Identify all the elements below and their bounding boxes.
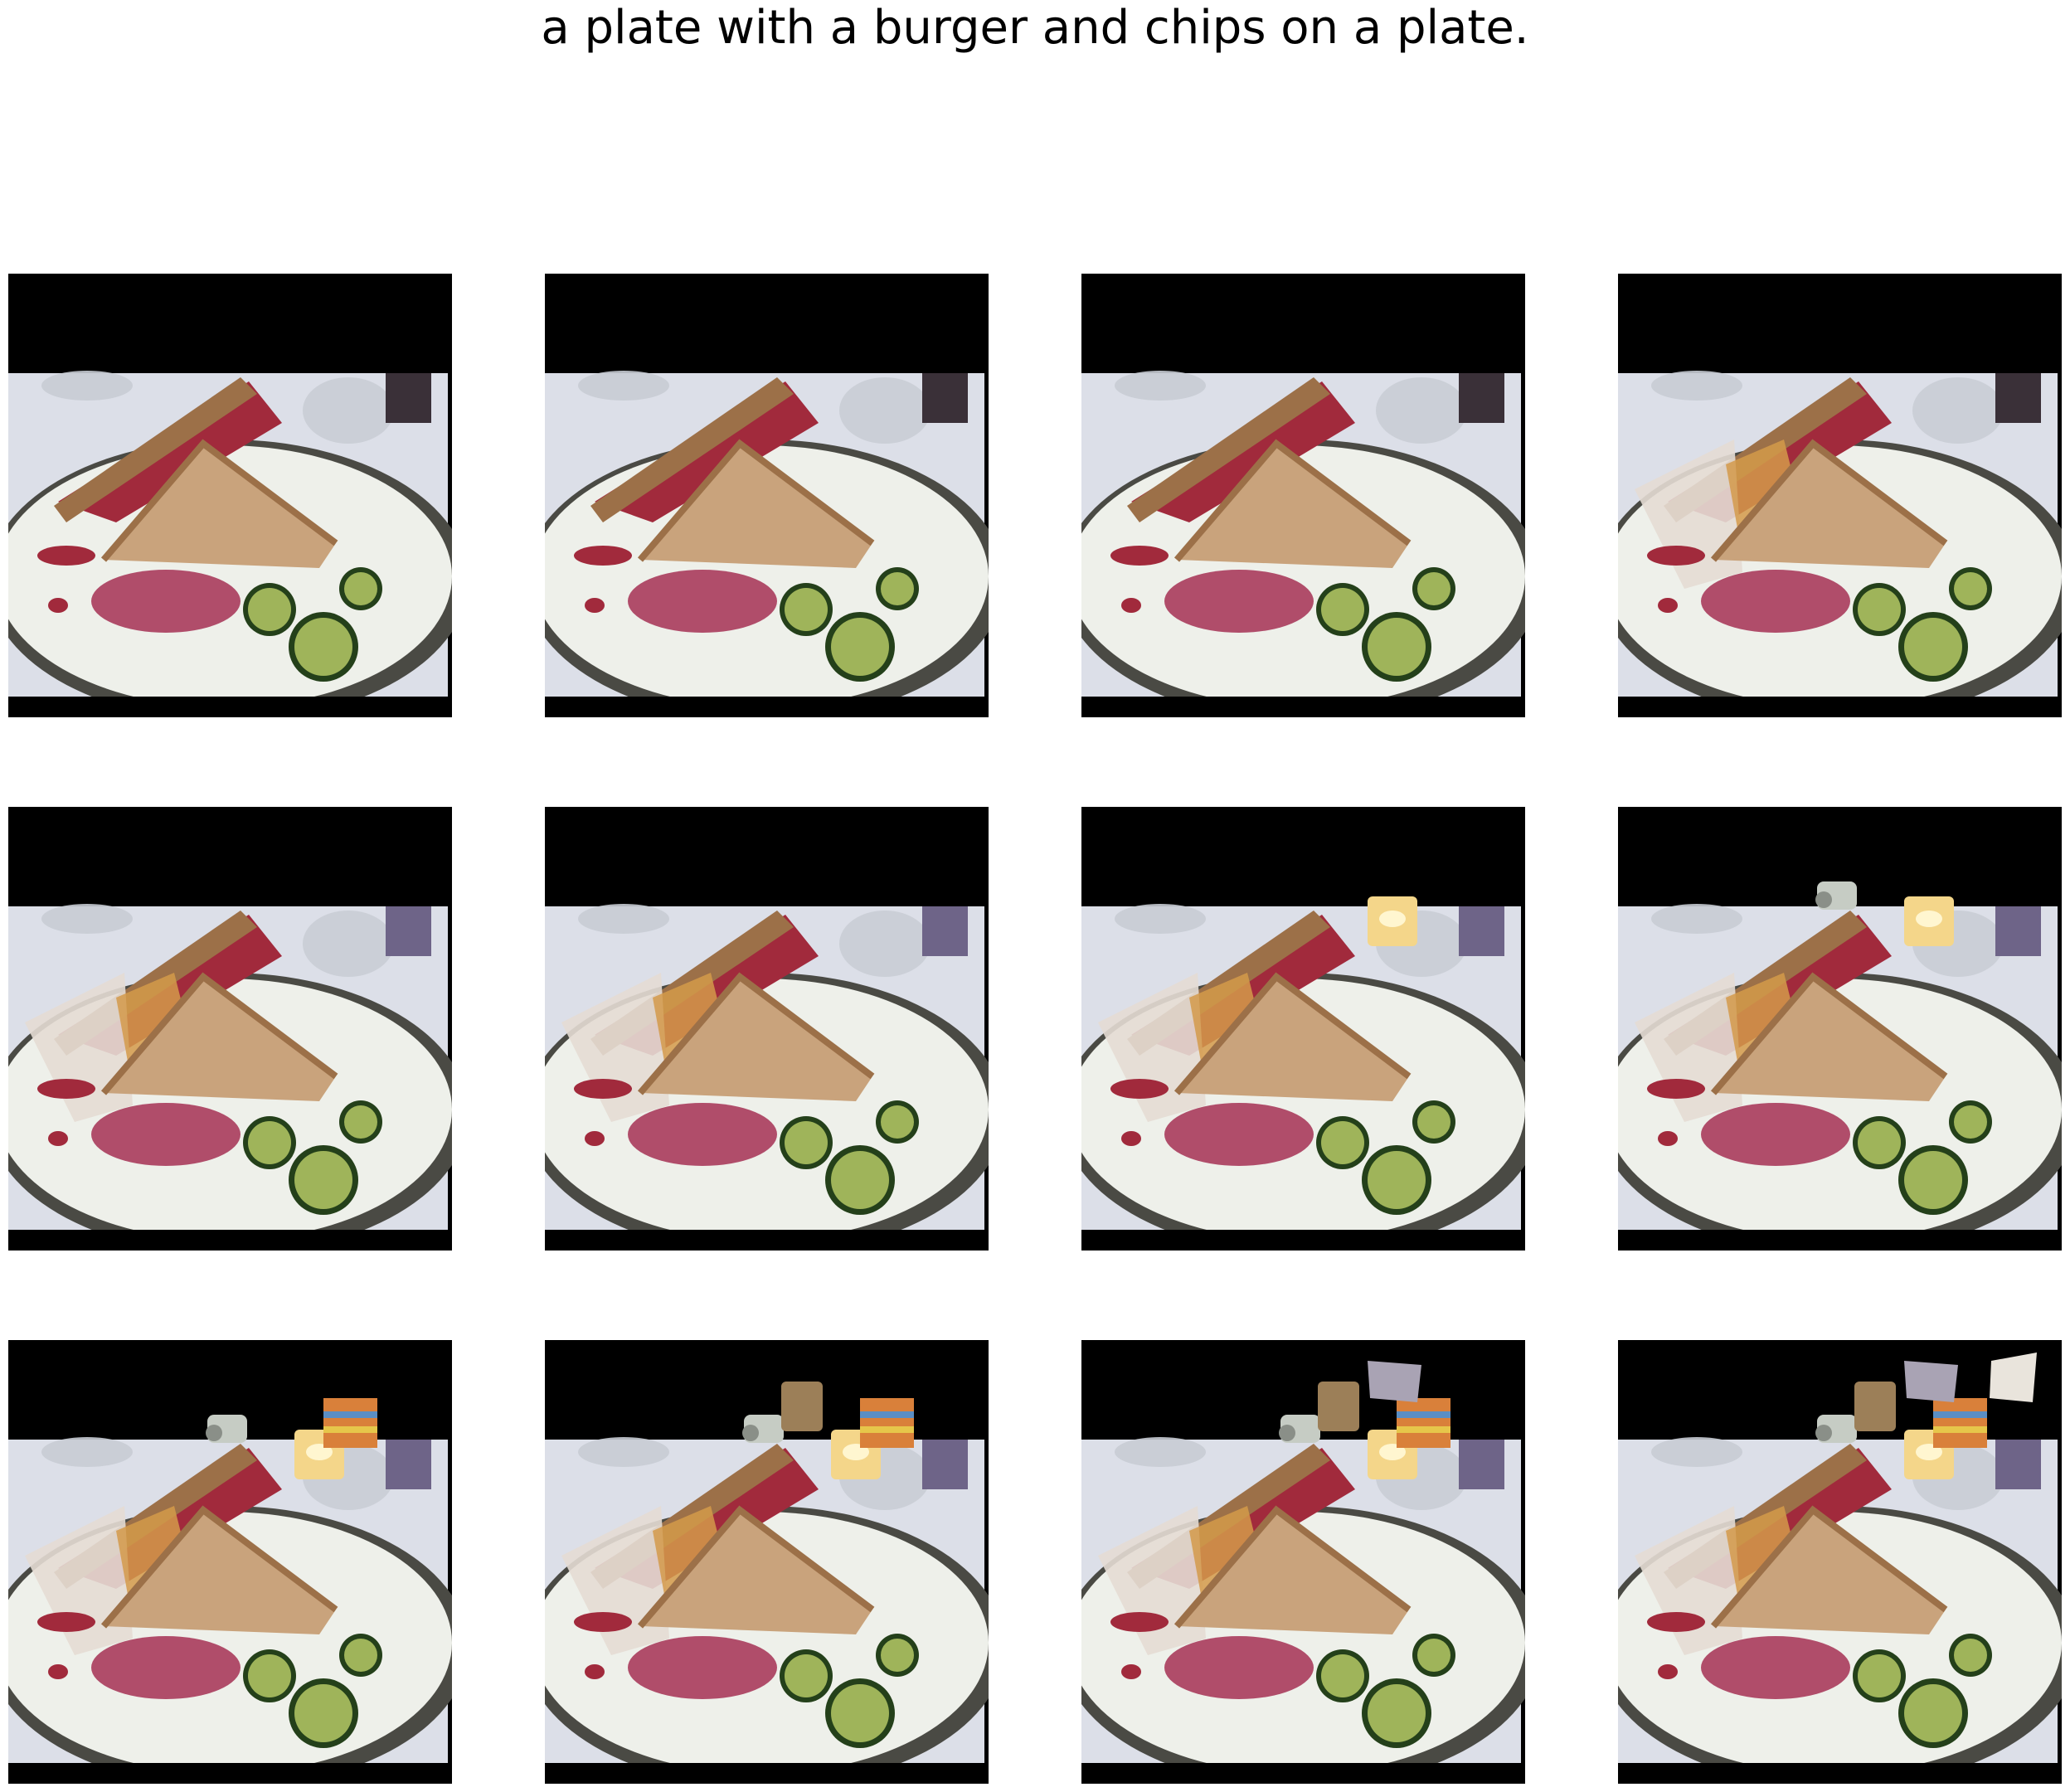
- frame-image: [1081, 1340, 1525, 1784]
- frame-image: [1618, 1340, 2062, 1784]
- frame-image: [1618, 807, 2062, 1251]
- sandwich-plate-photo: [545, 807, 989, 1251]
- sandwich-plate-photo: [8, 274, 452, 717]
- sandwich-plate-photo: [1618, 274, 2062, 717]
- frame-image: [1618, 274, 2062, 717]
- frame-image: [545, 1340, 989, 1784]
- frame-image: [545, 274, 989, 717]
- caption: a plate with a burger and chips on a pla…: [541, 1, 1529, 55]
- sandwich-plate-photo: [545, 274, 989, 717]
- sandwich-plate-photo: [1618, 807, 2062, 1251]
- sandwich-plate-photo: [8, 1340, 452, 1784]
- frame-image: [8, 274, 452, 717]
- sandwich-plate-photo: [1081, 1340, 1525, 1784]
- frame-image: [8, 1340, 452, 1784]
- sandwich-plate-photo: [8, 807, 452, 1251]
- frame-image: [1081, 807, 1525, 1251]
- sandwich-plate-photo: [1081, 274, 1525, 717]
- frame-image: [8, 807, 452, 1251]
- sandwich-plate-photo: [545, 1340, 989, 1784]
- sandwich-plate-photo: [1618, 1340, 2062, 1784]
- frame-image: [1081, 274, 1525, 717]
- sandwich-plate-photo: [1081, 807, 1525, 1251]
- frame-image: [545, 807, 989, 1251]
